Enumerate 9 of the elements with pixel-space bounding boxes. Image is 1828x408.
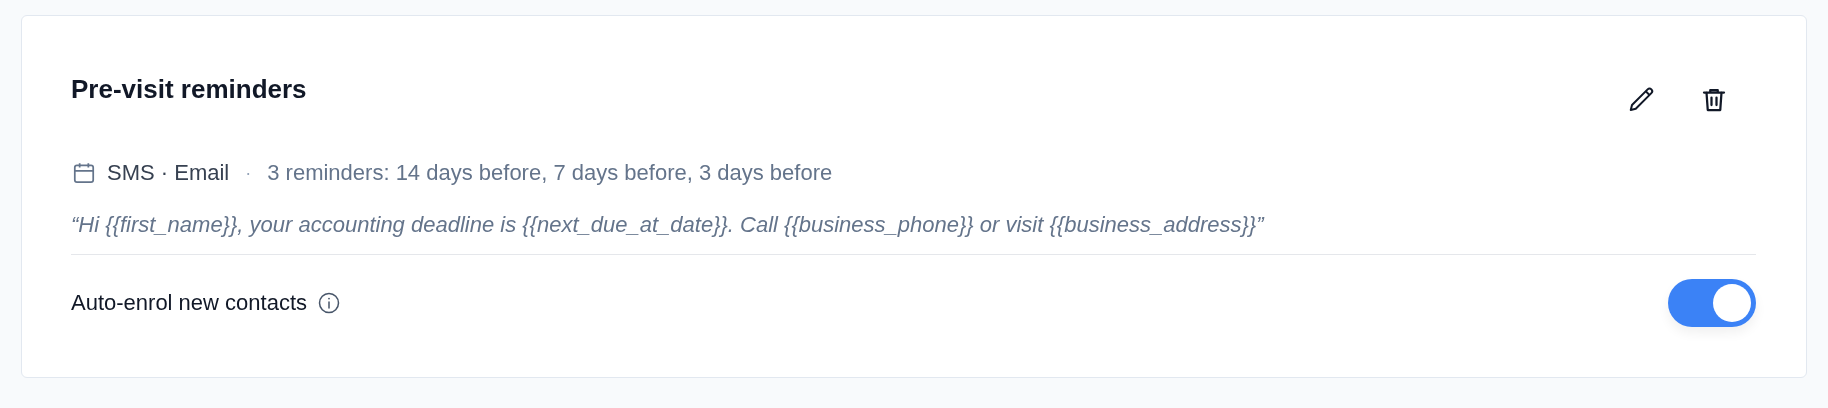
setting-label: Auto-enrol new contacts [71,290,308,316]
toggle-switch[interactable] [1668,279,1756,327]
separator-dot: · [245,162,252,184]
card-title: Pre-visit reminders [71,74,307,105]
info-icon[interactable] [317,291,342,315]
reminder-schedule: 3 reminders: 14 days before, 7 days before, 3 days before [267,160,833,186]
channel-list: SMS · Email [107,160,230,186]
calendar-icon [71,160,97,186]
message-preview: “Hi {{first_name}}, your accounting deadline is {{next_due_at_date}}. Call {{business_phone}} or visit {{business_address}}” [71,212,1266,238]
